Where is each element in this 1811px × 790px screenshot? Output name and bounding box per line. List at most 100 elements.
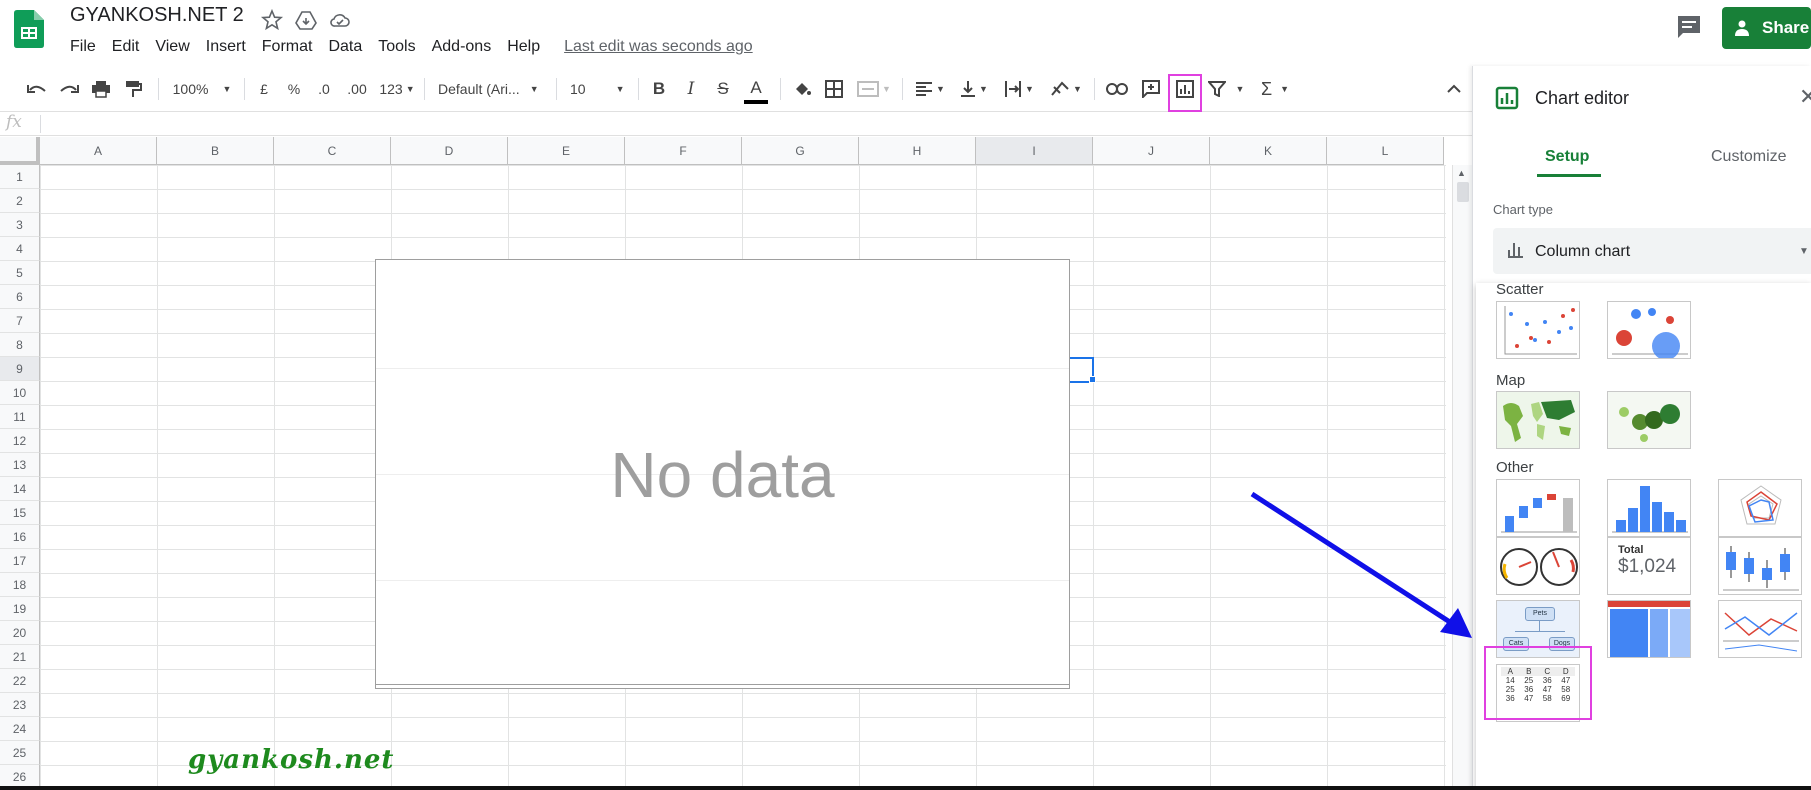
row-header[interactable]: 7 [0, 309, 40, 333]
menu-format[interactable]: Format [254, 36, 321, 58]
column-header[interactable]: B [157, 137, 274, 165]
last-edit-link[interactable]: Last edit was seconds ago [564, 36, 753, 58]
row-header[interactable]: 20 [0, 621, 40, 645]
insert-link-icon[interactable] [1104, 76, 1130, 102]
comments-icon[interactable] [1674, 12, 1704, 42]
vertical-align-icon[interactable]: ▼ [956, 76, 992, 102]
column-header[interactable]: J [1093, 137, 1210, 165]
decrease-decimal-button[interactable]: .0 [312, 76, 336, 102]
document-title[interactable]: GYANKOSH.NET 2 [70, 4, 244, 27]
row-header[interactable]: 18 [0, 573, 40, 597]
menu-add-ons[interactable]: Add-ons [424, 36, 500, 58]
menu-data[interactable]: Data [320, 36, 370, 58]
tab-setup[interactable]: Setup [1545, 148, 1589, 166]
row-header[interactable]: 8 [0, 333, 40, 357]
redo-icon[interactable] [56, 76, 82, 102]
fill-color-icon[interactable] [790, 76, 814, 102]
column-header[interactable]: D [391, 137, 508, 165]
row-header[interactable]: 15 [0, 501, 40, 525]
timeline-chart-option[interactable] [1718, 600, 1802, 658]
row-header[interactable]: 22 [0, 669, 40, 693]
close-icon[interactable]: ✕ [1799, 84, 1811, 110]
borders-icon[interactable] [822, 76, 846, 102]
row-header[interactable]: 13 [0, 453, 40, 477]
gauge-chart-option[interactable] [1496, 537, 1580, 595]
collapse-toolbar-icon[interactable] [1444, 76, 1464, 102]
menu-view[interactable]: View [147, 36, 197, 58]
row-header[interactable]: 4 [0, 237, 40, 261]
scorecard-chart-option[interactable]: Total $1,024 [1607, 537, 1691, 595]
row-header[interactable]: 11 [0, 405, 40, 429]
bold-button[interactable]: B [648, 76, 670, 102]
chart-object[interactable]: No data [375, 259, 1070, 689]
undo-icon[interactable] [24, 76, 50, 102]
row-header[interactable]: 9 [0, 357, 40, 381]
select-all-corner[interactable] [0, 137, 40, 165]
row-header[interactable]: 21 [0, 645, 40, 669]
text-rotation-icon[interactable]: ▼ [1046, 76, 1086, 102]
menu-help[interactable]: Help [499, 36, 548, 58]
zoom-select[interactable]: 100% ▼ [170, 76, 234, 102]
sheets-logo-icon[interactable] [14, 10, 44, 48]
menu-edit[interactable]: Edit [104, 36, 148, 58]
menu-tools[interactable]: Tools [370, 36, 423, 58]
font-family-select[interactable]: Default (Ari... ▼ [438, 76, 548, 102]
text-wrapping-icon[interactable]: ▼ [1000, 76, 1038, 102]
filter-icon[interactable]: ▼ [1206, 76, 1246, 102]
vertical-scrollbar[interactable] [1452, 165, 1472, 790]
row-header[interactable]: 19 [0, 597, 40, 621]
scrollbar-thumb[interactable] [1457, 182, 1469, 202]
column-header[interactable]: A [40, 137, 157, 165]
percent-format-button[interactable]: % [284, 76, 304, 102]
row-header[interactable]: 14 [0, 477, 40, 501]
column-header-selected[interactable]: I [976, 137, 1093, 165]
column-header[interactable]: G [742, 137, 859, 165]
strikethrough-button[interactable]: S [712, 76, 734, 102]
radar-chart-option[interactable] [1718, 479, 1802, 537]
row-header[interactable]: 16 [0, 525, 40, 549]
scatter-chart-option[interactable] [1496, 301, 1580, 359]
merge-cells-icon[interactable]: ▼ [854, 76, 894, 102]
row-header[interactable]: 1 [0, 165, 40, 189]
horizontal-align-icon[interactable]: ▼ [912, 76, 948, 102]
text-color-button[interactable]: A [744, 76, 768, 104]
print-icon[interactable] [88, 76, 114, 102]
column-header[interactable]: L [1327, 137, 1444, 165]
scroll-up-icon[interactable]: ▲ [1457, 168, 1466, 178]
currency-format-button[interactable]: £ [254, 76, 274, 102]
column-header[interactable]: H [859, 137, 976, 165]
insert-comment-icon[interactable] [1138, 76, 1164, 102]
tab-customize[interactable]: Customize [1711, 148, 1787, 166]
move-to-drive-icon[interactable] [294, 8, 318, 32]
font-size-select[interactable]: 10 ▼ [570, 76, 630, 102]
row-header[interactable]: 12 [0, 429, 40, 453]
row-header[interactable]: 23 [0, 693, 40, 717]
cloud-saved-icon[interactable] [328, 8, 352, 32]
paint-format-icon[interactable] [120, 76, 146, 102]
waterfall-chart-option[interactable] [1496, 479, 1580, 537]
italic-button[interactable]: I [680, 76, 702, 102]
star-icon[interactable] [260, 8, 284, 32]
row-header[interactable]: 24 [0, 717, 40, 741]
increase-decimal-button[interactable]: .00 [342, 76, 372, 102]
column-header[interactable]: C [274, 137, 391, 165]
histogram-chart-option[interactable] [1607, 479, 1691, 537]
row-header[interactable]: 2 [0, 189, 40, 213]
functions-button[interactable]: Σ ▼ [1258, 76, 1292, 102]
bubble-chart-option[interactable] [1607, 301, 1691, 359]
menu-insert[interactable]: Insert [198, 36, 254, 58]
treemap-chart-option[interactable] [1607, 600, 1691, 658]
formula-bar[interactable] [0, 112, 1472, 136]
row-header[interactable]: 6 [0, 285, 40, 309]
candlestick-chart-option[interactable] [1718, 537, 1802, 595]
more-formats-select[interactable]: 123 ▼ [378, 76, 416, 102]
column-header[interactable]: K [1210, 137, 1327, 165]
row-header[interactable]: 10 [0, 381, 40, 405]
column-header[interactable]: E [508, 137, 625, 165]
menu-file[interactable]: File [70, 36, 104, 58]
geo-chart-option[interactable] [1496, 391, 1580, 449]
row-header[interactable]: 25 [0, 741, 40, 765]
column-header[interactable]: F [625, 137, 742, 165]
fill-handle[interactable] [1089, 376, 1096, 383]
row-header[interactable]: 17 [0, 549, 40, 573]
